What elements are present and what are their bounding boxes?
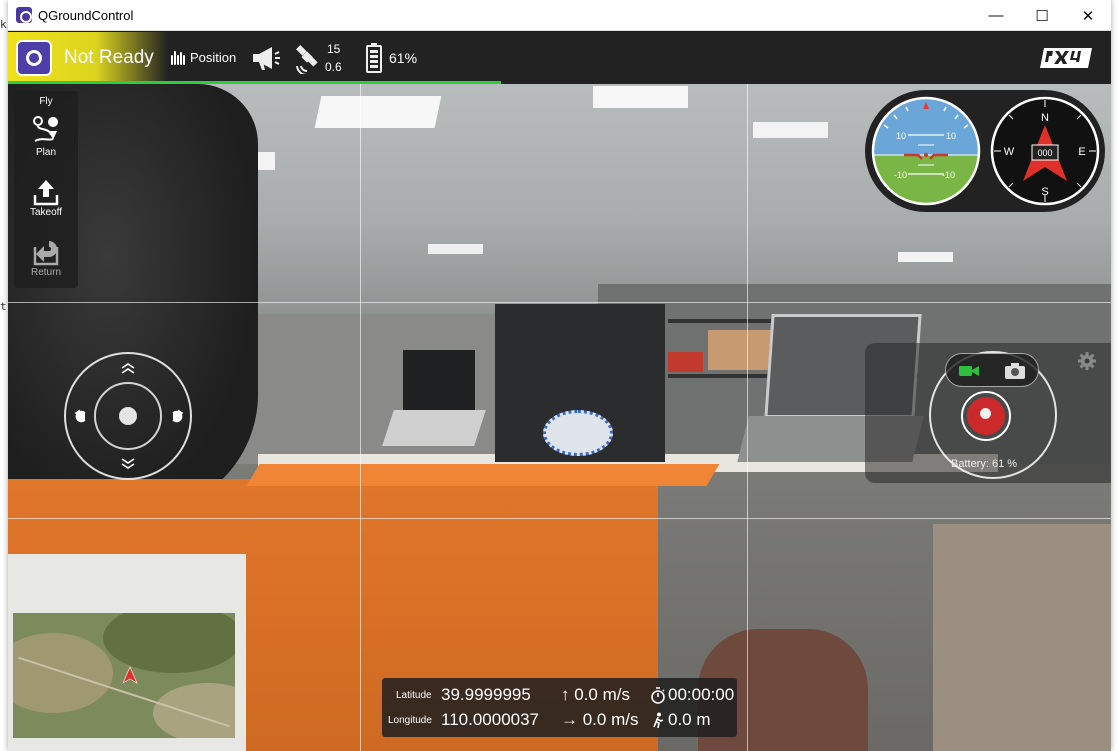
return-button[interactable]: Return [14,237,78,278]
shelf-boxes [668,352,703,372]
flight-time-value: 00:00:00 [668,685,735,704]
pitch-label: -10 [894,170,907,180]
stopwatch-icon [651,687,665,704]
video-camera-icon[interactable] [958,363,980,379]
flight-mode-icon [171,51,185,65]
rotate-right-icon [172,409,184,423]
compass-south: S [1041,186,1048,198]
px4-logo [1040,48,1092,68]
flight-mode-selector[interactable]: Position [190,50,236,65]
joystick-thumb [978,406,993,421]
return-icon [33,241,59,266]
orange-box-top [246,464,720,486]
camera-mode-toggle[interactable] [945,353,1039,387]
telemetry-panel: Latitude 39.9999995 Longitude 110.000003… [382,678,737,737]
horizontal-speed-value: → 0.0 m/s [561,710,639,729]
ceiling-light [898,252,953,262]
ready-status-text[interactable]: Not Ready [64,47,154,69]
gps-satellite-icon[interactable] [292,44,324,74]
battery-percentage: 61% [389,50,418,66]
monitor [403,350,475,414]
pitch-label: 10 [946,131,956,141]
megaphone-icon[interactable] [250,44,282,72]
vertical-speed-value: ↑ 0.0 m/s [561,685,630,704]
walking-distance-icon [653,712,664,729]
map-terrain [103,613,235,673]
grid-line [8,518,1111,519]
grid-line [8,302,1111,303]
qgc-logo-button[interactable] [16,40,52,76]
pitch-label: -10 [942,170,955,180]
record-button-ring[interactable] [961,391,1011,441]
joystick-thumb[interactable] [119,407,137,425]
gps-satellite-count: 15 [327,42,341,56]
ceiling-light [428,244,483,254]
title-bar: QGroundControl — ☐ ✕ [8,0,1111,31]
latitude-label: Latitude [396,690,432,701]
photo-camera-icon[interactable] [1004,362,1026,380]
fly-toolstrip: Fly Plan Takeoff Return [14,91,78,288]
rotate-left-icon [74,409,86,423]
compass-heading: 000 [1037,148,1052,158]
app-icon [16,7,32,23]
battery-icon[interactable] [366,43,382,73]
background-text: t [0,300,7,313]
longitude-value: 110.0000037 [441,710,540,729]
takeoff-button[interactable]: Takeoff [14,177,78,218]
ceiling-light [753,122,828,138]
takeoff-label: Takeoff [29,207,63,218]
distance-value: 0.0 m [668,710,711,729]
plan-icon [33,116,59,142]
pitch-label: 10 [896,131,906,141]
ceiling-light [593,86,688,108]
attitude-indicator[interactable]: 10 10 -10 -10 [870,95,982,207]
gps-hdop-value: 0.6 [325,60,342,74]
close-button[interactable]: ✕ [1065,0,1111,31]
background-text: k [0,18,7,31]
plan-button[interactable]: Plan [14,113,78,158]
longitude-label: Longitude [388,715,432,726]
ceiling-light [314,96,442,128]
qgc-window: QGroundControl — ☐ ✕ Not Ready Position [8,0,1111,751]
right-virtual-joystick[interactable]: Battery: 61 % [929,351,1057,479]
compass-indicator[interactable]: 000 N S W E [989,95,1101,207]
window-title: QGroundControl [38,8,134,23]
camera-battery-label: Battery: 61 % [951,458,1018,470]
plan-label: Plan [35,147,56,158]
laptop [382,410,486,446]
toolstrip-header: Fly [39,96,53,107]
grid-line [360,84,361,751]
cabinet [933,524,1111,751]
drone [543,410,613,456]
main-toolbar: Not Ready Position 15 0.6 61% [8,32,1111,84]
compass-west: W [1004,146,1015,158]
vehicle-marker-icon [122,666,138,684]
compass-east: E [1078,146,1085,158]
compass-north: N [1041,112,1049,124]
latitude-value: 39.9999995 [441,685,531,704]
mini-map[interactable] [13,613,235,738]
minimize-button[interactable]: — [973,0,1019,31]
takeoff-icon [33,180,59,206]
return-label: Return [30,267,61,278]
instrument-panel: 10 10 -10 -10 000 N S W E [865,90,1105,212]
maximize-button[interactable]: ☐ [1019,0,1065,31]
grid-line [747,84,748,751]
left-virtual-joystick[interactable] [64,352,192,480]
map-terrain [153,683,235,738]
chevron-down-icon [121,458,135,469]
chevron-up-icon [121,363,135,374]
